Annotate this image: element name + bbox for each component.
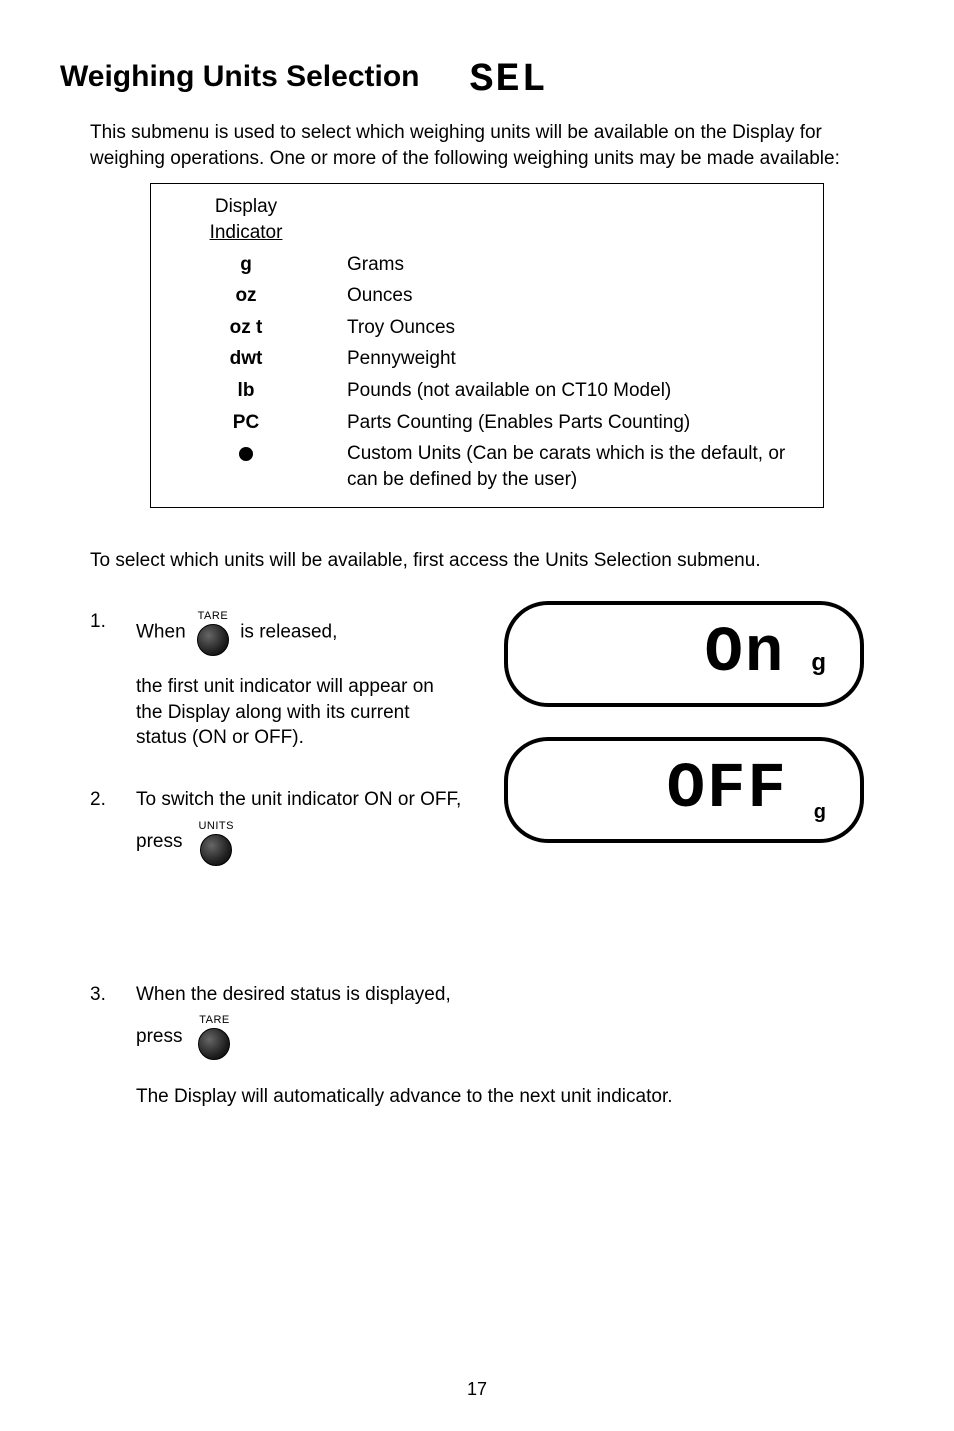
- display-big: OFF: [667, 747, 788, 833]
- display-small: g: [811, 647, 826, 679]
- unit-indicator: lb: [161, 378, 331, 404]
- units-table: Display Indicator g Grams oz Ounces oz t…: [150, 183, 824, 507]
- display-small: g: [814, 799, 826, 826]
- step-number: 2.: [90, 787, 116, 865]
- unit-indicator-dot: [161, 441, 331, 492]
- unit-indicator: PC: [161, 410, 331, 436]
- display-text: On g: [705, 611, 826, 697]
- table-header-line1: Display: [215, 196, 277, 217]
- step-number: 3.: [90, 982, 116, 1110]
- intro-paragraph: This submenu is used to select which wei…: [90, 120, 854, 171]
- unit-indicator: oz t: [161, 315, 331, 341]
- units-table-grid: Display Indicator g Grams oz Ounces oz t…: [161, 194, 807, 492]
- unit-desc: Custom Units (Can be carats which is the…: [347, 441, 807, 492]
- button-label: UNITS: [198, 819, 234, 834]
- step-2: 2. To switch the unit indicator ON or OF…: [90, 787, 474, 865]
- press-label: press: [136, 829, 182, 855]
- unit-desc: Pennyweight: [347, 346, 807, 372]
- button-label: TARE: [199, 1013, 230, 1028]
- unit-indicator: oz: [161, 283, 331, 309]
- step-body: When TARE is released, the first unit in…: [136, 609, 474, 751]
- press-row: press TARE: [136, 1013, 864, 1060]
- table-header-spacer: [347, 194, 807, 245]
- step-text: When the desired status is displayed,: [136, 982, 864, 1008]
- display-bubbles: On g OFF g: [504, 601, 864, 843]
- page: Weighing Units Selection SEL This submen…: [0, 0, 954, 1431]
- dot-icon: [239, 447, 253, 461]
- step-body: To switch the unit indicator ON or OFF, …: [136, 787, 474, 865]
- unit-desc: Ounces: [347, 283, 807, 309]
- steps-twocol: 1. When TARE is released, the first unit…: [90, 609, 864, 901]
- step-number: 1.: [90, 609, 116, 751]
- section-code: SEL: [469, 54, 547, 108]
- display-off: OFF g: [504, 737, 864, 843]
- step-body: When the desired status is displayed, pr…: [136, 982, 864, 1110]
- table-header: Display Indicator: [161, 194, 331, 245]
- step-text: When: [136, 622, 186, 643]
- tare-button-inline: TARE: [197, 609, 229, 656]
- step-text: To switch the unit indicator ON or OFF,: [136, 787, 474, 813]
- unit-desc: Grams: [347, 252, 807, 278]
- unit-indicator: g: [161, 252, 331, 278]
- press-label: press: [136, 1024, 182, 1050]
- step-3: 3. When the desired status is displayed,…: [90, 982, 864, 1110]
- unit-desc: Parts Counting (Enables Parts Counting): [347, 410, 807, 436]
- button-label: TARE: [198, 609, 229, 624]
- unit-indicator: dwt: [161, 346, 331, 372]
- step-subtext: the first unit indicator will appear on …: [136, 674, 456, 751]
- display-big: On: [705, 611, 786, 697]
- section-heading: Weighing Units Selection SEL: [60, 50, 884, 104]
- tare-button-inline: TARE: [198, 1013, 230, 1060]
- step-subtext: The Display will automatically advance t…: [136, 1084, 864, 1110]
- steps-leftcol: 1. When TARE is released, the first unit…: [90, 609, 474, 901]
- page-number: 17: [0, 1377, 954, 1401]
- units-button-inline: UNITS: [198, 819, 234, 866]
- press-row: press UNITS: [136, 819, 474, 866]
- unit-desc: Troy Ounces: [347, 315, 807, 341]
- table-header-line2: Indicator: [210, 222, 283, 243]
- display-text: OFF g: [667, 747, 826, 833]
- section-title: Weighing Units Selection: [60, 57, 419, 98]
- tare-button-icon: [197, 624, 229, 656]
- display-on: On g: [504, 601, 864, 707]
- mid-paragraph: To select which units will be available,…: [90, 548, 854, 574]
- unit-desc: Pounds (not available on CT10 Model): [347, 378, 807, 404]
- steps: 1. When TARE is released, the first unit…: [90, 609, 864, 1109]
- units-button-icon: [200, 834, 232, 866]
- tare-button-icon: [198, 1028, 230, 1060]
- step-1: 1. When TARE is released, the first unit…: [90, 609, 474, 751]
- step-text: is released,: [240, 622, 337, 643]
